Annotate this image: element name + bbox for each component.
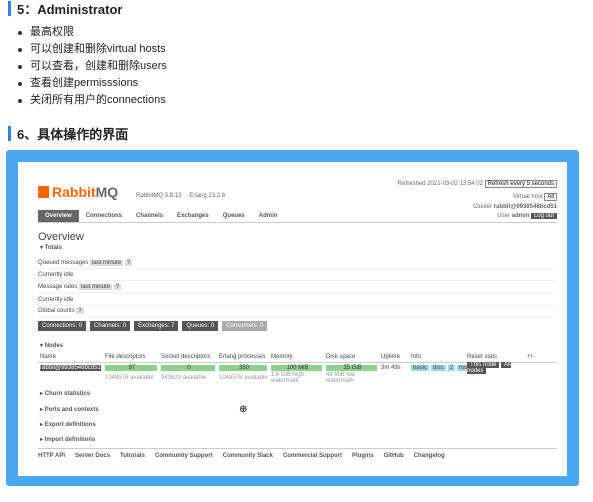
footer-link[interactable]: Community Support: [155, 453, 213, 459]
help-icon[interactable]: ?: [113, 284, 122, 290]
count-channels[interactable]: Channels: 0: [90, 321, 131, 331]
page-title: Overview: [38, 231, 84, 243]
refresh-select[interactable]: Refresh every 5 seconds: [484, 180, 557, 188]
info-pill: disc: [431, 365, 446, 371]
global-counts: Connections: 0 Channels: 0 Exchanges: 7 …: [38, 321, 271, 331]
count-connections[interactable]: Connections: 0: [38, 321, 87, 331]
columns-toggle[interactable]: +/-: [525, 354, 537, 360]
list-item: 可以创建和删除virtual hosts: [16, 41, 167, 58]
cluster-row: Cluster rabbit@9938548bcd51: [473, 204, 557, 210]
main-tabs: Overview Connections Channels Exchanges …: [38, 210, 284, 222]
node-link[interactable]: rabbit@9938548bcd51: [40, 365, 101, 371]
zoom-cursor-icon: ⊕: [239, 404, 248, 415]
idle-row: Currently idle: [38, 295, 557, 306]
count-exchanges[interactable]: Exchanges: 7: [134, 321, 179, 331]
global-counts-row: Global counts ?: [38, 306, 557, 317]
section-6-heading: 6、具体操作的界面: [8, 124, 128, 142]
footer-link[interactable]: HTTP API: [38, 453, 65, 459]
nodes-toggle[interactable]: ▾ Nodes: [40, 342, 63, 349]
heading-bar: [8, 125, 11, 141]
info-pill: basic: [411, 365, 430, 371]
count-consumers[interactable]: Consumers: 0: [222, 321, 268, 331]
footer-link[interactable]: Changelog: [414, 453, 445, 459]
help-icon[interactable]: ?: [76, 308, 84, 314]
footer-link[interactable]: GitHub: [384, 453, 404, 459]
info-pill: 2: [447, 365, 456, 371]
divider: [38, 222, 557, 223]
heading-bar: [8, 0, 11, 16]
rabbit-icon: [38, 186, 49, 198]
list-item: 可以查看，创建和删除users: [16, 58, 167, 75]
message-rates-row: Message rates last minute ?: [38, 282, 557, 293]
count-queues[interactable]: Queues: 0: [182, 321, 219, 331]
tab-channels[interactable]: Channels: [129, 210, 170, 222]
tab-admin[interactable]: Admin: [252, 210, 285, 222]
queued-messages-row: Queued messages last minute ?: [38, 258, 557, 269]
help-icon[interactable]: ?: [124, 260, 133, 266]
footer-link[interactable]: Community Slack: [223, 453, 273, 459]
footer-link[interactable]: Commercial Support: [283, 453, 342, 459]
footer-link[interactable]: Server Docs: [75, 453, 110, 459]
list-item: 最高权限: [16, 24, 167, 41]
section-churn-statistics[interactable]: ▸ Churn statistics: [40, 390, 90, 397]
idle-row: Currently idle: [38, 270, 557, 281]
vhost-select[interactable]: All: [544, 193, 557, 201]
rabbitmq-ui: Rabbit MQ RabbitMQ 3.8.13 Erlang 23.2.6 Re…: [18, 162, 567, 476]
tab-overview[interactable]: Overview: [38, 210, 79, 222]
user-row: User admin Log out: [497, 213, 557, 219]
section-export-definitions[interactable]: ▸ Export definitions: [40, 421, 96, 428]
version-info: RabbitMQ 3.8.13 Erlang 23.2.6: [136, 193, 226, 199]
section-5-heading: 5：Administrator: [8, 0, 122, 17]
vhost-row: Virtual host All: [513, 193, 557, 201]
nodes-table: Name File descriptors Socket descriptors…: [38, 352, 557, 384]
rabbitmq-logo: Rabbit MQ: [38, 184, 118, 200]
tab-connections[interactable]: Connections: [79, 210, 129, 222]
footer-link[interactable]: Plugins: [352, 453, 374, 459]
list-item: 关闭所有用户的connections: [16, 92, 167, 109]
range-select[interactable]: last minute: [79, 284, 113, 290]
totals-toggle[interactable]: ▾ Totals: [40, 244, 62, 251]
section-import-definitions[interactable]: ▸ Import definitions: [40, 436, 95, 443]
footer-links: HTTP API Server Docs Tutorials Community…: [38, 448, 557, 459]
tab-queues[interactable]: Queues: [216, 210, 252, 222]
refresh-row: Refreshed 2021-03-02 13:54:02 Refresh ev…: [398, 180, 557, 188]
tab-exchanges[interactable]: Exchanges: [170, 210, 216, 222]
table-subrow: 1048576 available 943629 available 10485…: [105, 372, 356, 384]
section-ports-contexts[interactable]: ▸ Ports and contexts: [40, 406, 99, 413]
footer-link[interactable]: Tutorials: [120, 453, 145, 459]
permission-list: 最高权限 可以创建和删除virtual hosts 可以查看，创建和删除user…: [16, 24, 167, 109]
logout-button[interactable]: Log out: [530, 213, 557, 219]
list-item: 查看创建permisssions: [16, 75, 167, 92]
range-select[interactable]: last minute: [90, 260, 124, 266]
